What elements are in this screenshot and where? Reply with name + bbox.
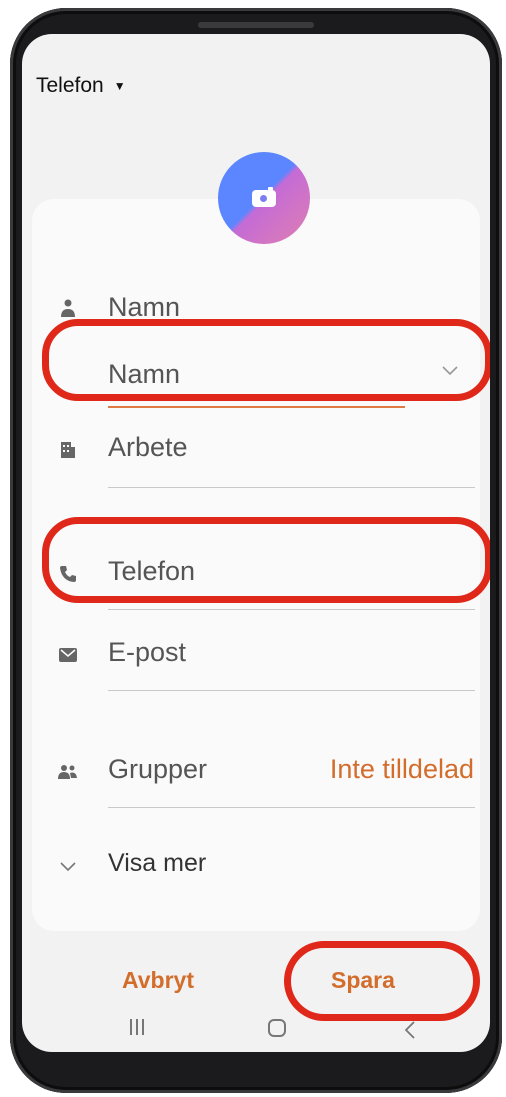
camera-icon: [252, 186, 276, 207]
person-icon: [58, 298, 78, 318]
highlight-save-button: [284, 941, 480, 1021]
account-label: Telefon: [36, 74, 104, 97]
add-photo-button[interactable]: [218, 152, 310, 244]
group-icon: [58, 762, 78, 782]
groups-underline: [108, 807, 475, 808]
back-icon[interactable]: [404, 1019, 418, 1039]
groups-label: Grupper: [108, 754, 208, 784]
building-icon: [58, 440, 78, 460]
show-more-label: Visa mer: [108, 849, 207, 877]
highlight-phone-field: [42, 517, 490, 603]
cancel-button[interactable]: Avbryt: [122, 967, 194, 994]
groups-value[interactable]: Inte tilldelad: [330, 754, 474, 785]
phone-underline: [108, 609, 475, 610]
screen: Telefon ▼ Namn Namn Arbete Telefon E-pos…: [22, 34, 490, 1052]
home-icon[interactable]: [268, 1019, 286, 1037]
work-underline: [108, 487, 475, 488]
email-icon: [58, 645, 78, 665]
phone-frame: Telefon ▼ Namn Namn Arbete Telefon E-pos…: [10, 8, 502, 1093]
chevron-down-icon: [58, 857, 78, 877]
speaker-grille: [198, 22, 314, 28]
recent-apps-icon[interactable]: [130, 1019, 150, 1037]
system-nav-bar: [22, 1019, 490, 1052]
email-label: E-post: [108, 637, 187, 667]
work-label: Arbete: [108, 432, 188, 462]
caret-down-icon: ▼: [113, 79, 126, 93]
highlight-name-field: [42, 319, 490, 401]
name-input-underline: [108, 406, 405, 408]
email-underline: [108, 690, 475, 691]
account-selector[interactable]: Telefon ▼: [36, 74, 126, 98]
